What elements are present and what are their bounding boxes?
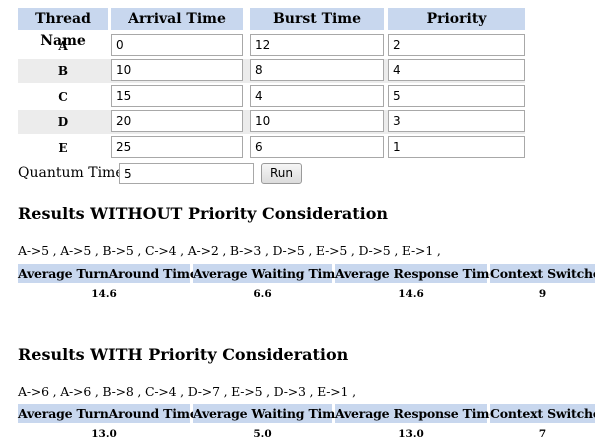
thread-name-label: C <box>58 90 68 104</box>
avg-waiting-value: 6.6 <box>253 288 272 300</box>
avg-response-value: 13.0 <box>398 428 424 440</box>
thread-name-label: E <box>58 141 68 155</box>
arrival-time-input[interactable] <box>111 110 243 132</box>
quantum-label: Quantum Time : <box>18 165 133 181</box>
results-without-title: Results WITHOUT Priority Consideration <box>18 204 389 223</box>
burst-time-input[interactable] <box>250 59 384 81</box>
burst-time-input[interactable] <box>250 34 384 56</box>
results-with-title: Results WITH Priority Consideration <box>18 345 349 364</box>
avg-response-value: 14.6 <box>398 288 424 300</box>
priority-input[interactable] <box>388 59 525 81</box>
header-avg-waiting: Average Waiting Time <box>193 404 343 423</box>
context-switches-value: 7 <box>538 428 547 440</box>
burst-time-input[interactable] <box>250 136 384 158</box>
arrival-time-input[interactable] <box>111 136 243 158</box>
priority-input[interactable] <box>388 136 525 158</box>
execution-sequence: A->6 , A->6 , B->8 , C->4 , D->7 , E->5 … <box>18 384 356 399</box>
header-context-switches: Context Switches <box>490 404 595 423</box>
context-switches-value: 9 <box>538 288 547 300</box>
arrival-time-input[interactable] <box>111 34 243 56</box>
header-avg-waiting: Average Waiting Time <box>193 264 343 283</box>
header-context-switches: Context Switches <box>490 264 595 283</box>
avg-waiting-value: 5.0 <box>253 428 272 440</box>
priority-input[interactable] <box>388 34 525 56</box>
priority-input[interactable] <box>388 85 525 107</box>
arrival-time-input[interactable] <box>111 59 243 81</box>
header-avg-turnaround: Average TurnAround Time <box>18 264 198 283</box>
avg-turnaround-value: 13.0 <box>91 428 117 440</box>
quantum-input[interactable] <box>119 163 254 184</box>
execution-sequence: A->5 , A->5 , B->5 , C->4 , A->2 , B->3 … <box>18 243 441 258</box>
header-avg-response: Average Response Time <box>335 264 498 283</box>
thread-name-label: D <box>57 115 69 129</box>
priority-input[interactable] <box>388 110 525 132</box>
header-burst-time: Burst Time <box>250 8 384 30</box>
thread-name-label: B <box>57 64 69 78</box>
burst-time-input[interactable] <box>250 110 384 132</box>
burst-time-input[interactable] <box>250 85 384 107</box>
thread-name-label: A <box>58 39 68 53</box>
run-button[interactable]: Run <box>261 163 302 184</box>
arrival-time-input[interactable] <box>111 85 243 107</box>
header-priority: Priority <box>388 8 525 30</box>
avg-turnaround-value: 14.6 <box>91 288 117 300</box>
header-thread-name: Thread Name <box>18 8 108 49</box>
header-avg-response: Average Response Time <box>335 404 498 423</box>
header-avg-turnaround: Average TurnAround Time <box>18 404 198 423</box>
header-arrival-time: Arrival Time <box>111 8 243 30</box>
